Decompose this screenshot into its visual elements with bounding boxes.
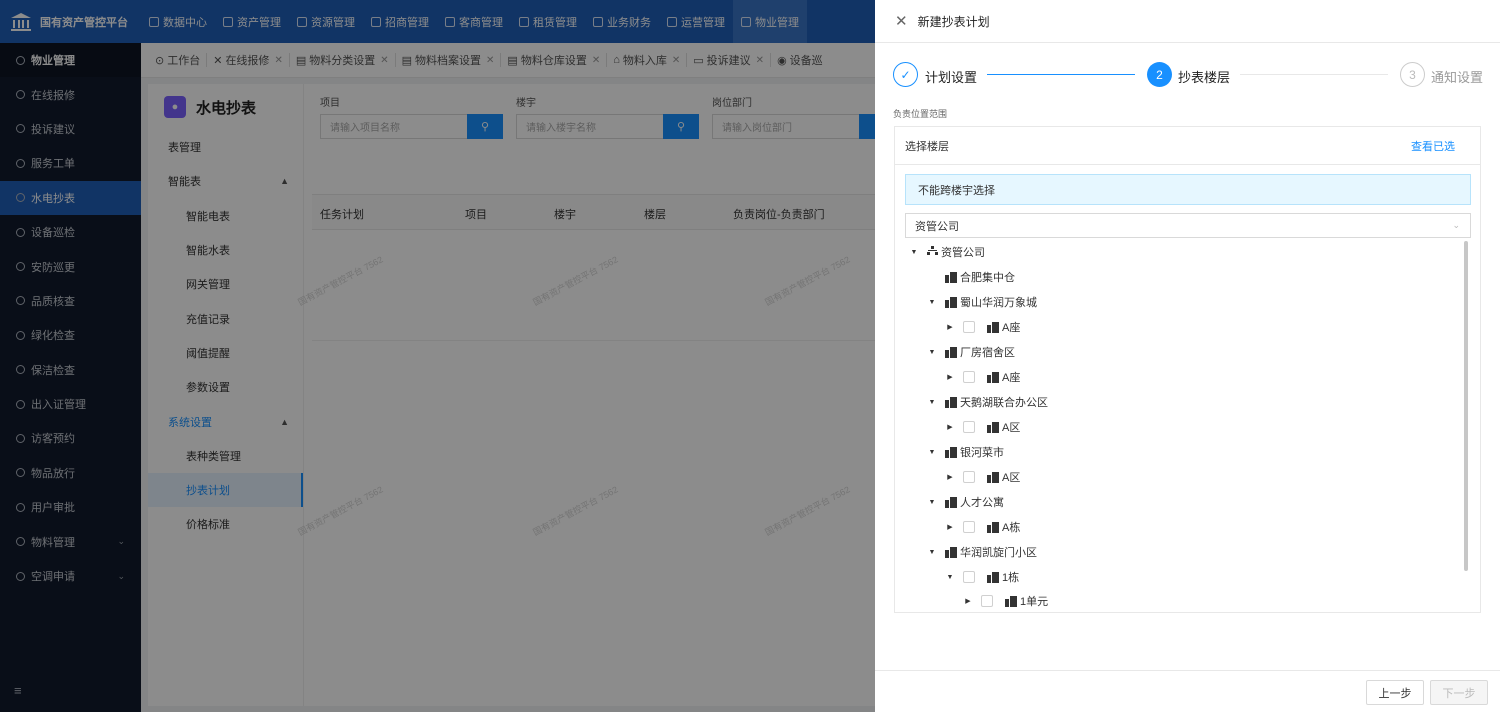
building-icon [987,321,999,333]
drawer-header: ✕ 新建抄表计划 [875,0,1500,43]
tree-node[interactable]: ▼ 1栋 [945,567,1019,587]
tree-node[interactable]: ▶ A栋 [945,517,1020,537]
notice-alert: 不能跨楼宇选择 [905,174,1471,205]
tree-node-label: A区 [1002,422,1021,434]
building-icon [987,421,999,433]
select-value: 资管公司 [915,220,959,233]
checkbox[interactable] [963,321,975,333]
building-icon [945,346,957,358]
caret-down-icon[interactable]: ▼ [909,249,919,256]
company-select[interactable]: 资管公司 ⌄ [905,213,1471,238]
step-connector [1240,74,1388,75]
tree-node-label: A区 [1002,472,1021,484]
tree-node[interactable]: ▼ 厂房宿舍区 [927,342,1015,362]
building-icon [987,571,999,583]
step-number: 2 [1147,62,1172,87]
tree-node[interactable]: ▼ 资管公司 [909,242,985,262]
caret-down-icon[interactable]: ▼ [927,499,937,506]
tree-node[interactable]: 合肥集中仓 [927,267,1015,287]
modal-overlay[interactable] [0,0,875,712]
caret-right-icon[interactable]: ▶ [945,473,955,481]
tree-scrollbar[interactable] [1464,241,1468,571]
step-connector [987,74,1135,75]
close-icon[interactable]: ✕ [895,12,908,30]
building-icon [945,396,957,408]
caret-down-icon[interactable]: ▼ [927,449,937,456]
tree-node-label: 银河菜市 [960,447,1004,459]
caret-right-icon[interactable]: ▶ [945,373,955,381]
tree-node[interactable]: ▶ A座 [945,367,1020,387]
building-icon [987,521,999,533]
building-icon [987,371,999,383]
step-label: 计划设置 [925,70,978,85]
prev-step-button[interactable]: 上一步 [1366,680,1424,705]
caret-down-icon[interactable]: ▼ [927,399,937,406]
checkbox[interactable] [963,371,975,383]
tree-node-label: 华润凯旋门小区 [960,547,1037,559]
step-label: 通知设置 [1431,70,1484,85]
step-label: 抄表楼层 [1178,70,1231,85]
tree-node-label: A栋 [1002,522,1021,534]
caret-right-icon[interactable]: ▶ [945,323,955,331]
floor-tree: ▼ 资管公司 合肥集中仓 ▼ 蜀山华润万象城 ▶ A座 ▼ 厂房宿舍区 ▶ A座 ▼ 天鹅湖… [895,239,1465,612]
checkbox[interactable] [963,421,975,433]
checkbox[interactable] [963,471,975,483]
view-selected-link[interactable]: 查看已选 [1411,138,1455,154]
panel-header: 选择楼层 查看已选 [895,127,1480,165]
floor-select-panel: 选择楼层 查看已选 不能跨楼宇选择 资管公司 ⌄ ▼ 资管公司 合肥集中仓 ▼ 蜀山… [894,126,1481,613]
tree-node[interactable]: ▶ A区 [945,467,1020,487]
caret-down-icon[interactable]: ▼ [927,349,937,356]
building-icon [945,446,957,458]
checkbox[interactable] [963,521,975,533]
tree-node[interactable]: ▶ A区 [945,417,1020,437]
org-icon [927,246,938,258]
checkbox[interactable] [963,571,975,583]
tree-node-label: 厂房宿舍区 [960,347,1015,359]
tree-node[interactable]: ▶ A座 [945,317,1020,337]
building-icon [945,271,957,283]
building-icon [987,471,999,483]
drawer-footer: 上一步 下一步 [875,670,1500,712]
building-icon [1005,595,1017,607]
chevron-down-icon: ⌄ [1452,220,1460,230]
tree-node[interactable]: ▶ 1单元 [963,591,1048,611]
tree-node[interactable]: ▼ 人才公寓 [927,492,1004,512]
building-icon [945,546,957,558]
tree-node-label: 1单元 [1020,596,1049,608]
next-step-button[interactable]: 下一步 [1430,680,1488,705]
steps: ✓ 计划设置 2 抄表楼层 3 通知设置 [893,62,1483,88]
building-icon [945,296,957,308]
tree-node-label: 人才公寓 [960,497,1004,509]
building-icon [945,496,957,508]
caret-right-icon[interactable]: ▶ [945,523,955,531]
caret-right-icon[interactable]: ▶ [963,597,973,605]
tree-node-label: A座 [1002,372,1021,384]
tree-node-label: 天鹅湖联合办公区 [960,397,1048,409]
checkbox[interactable] [981,595,993,607]
tree-node[interactable]: ▼ 华润凯旋门小区 [927,542,1037,562]
tree-node-label: A座 [1002,322,1021,334]
panel-title: 选择楼层 [905,140,949,153]
tree-node-label: 蜀山华润万象城 [960,297,1037,309]
tree-node[interactable]: ▼ 天鹅湖联合办公区 [927,392,1048,412]
caret-down-icon[interactable]: ▼ [945,574,955,581]
drawer-title: 新建抄表计划 [917,14,990,29]
tree-node[interactable]: ▼ 银河菜市 [927,442,1004,462]
caret-right-icon[interactable]: ▶ [945,423,955,431]
caret-down-icon[interactable]: ▼ [927,549,937,556]
tree-node-label: 合肥集中仓 [960,272,1015,284]
step-number: 3 [1400,62,1425,87]
new-plan-drawer: ✕ 新建抄表计划 ✓ 计划设置 2 抄表楼层 3 通知设置 负责位置范围 选择楼… [875,0,1500,712]
tree-node[interactable]: ▼ 蜀山华润万象城 [927,292,1037,312]
section-label: 负责位置范围 [893,109,948,119]
tree-node-label: 1栋 [1002,572,1020,584]
check-icon: ✓ [893,62,918,87]
tree-node-label: 资管公司 [941,247,985,259]
caret-down-icon[interactable]: ▼ [927,299,937,306]
